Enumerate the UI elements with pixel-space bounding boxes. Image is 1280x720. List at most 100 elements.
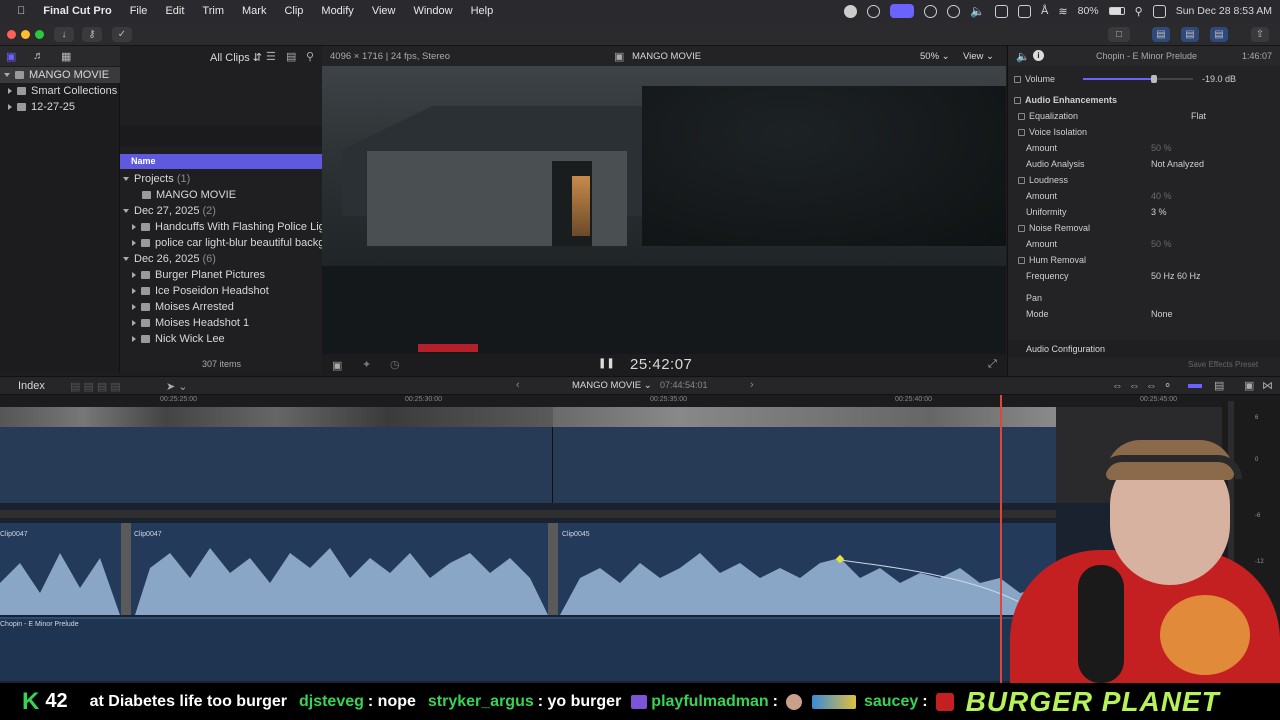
list-item[interactable]: MANGO MOVIE bbox=[120, 187, 236, 203]
list-item[interactable]: Handcuffs With Flashing Police Lights St bbox=[120, 219, 322, 235]
menu-file[interactable]: File bbox=[121, 5, 157, 17]
name-column-header[interactable]: Name bbox=[120, 154, 322, 169]
timeline-tools-icons[interactable]: ⇔⇔⇔⚬ bbox=[1112, 379, 1178, 392]
info-tab-icon[interactable]: i bbox=[1033, 50, 1044, 61]
list-item[interactable]: Moises Headshot 1 bbox=[120, 315, 249, 331]
inspector-row[interactable]: Noise Removal bbox=[1008, 220, 1280, 236]
audio-tab-icon[interactable]: 🔈 bbox=[1016, 50, 1030, 63]
inspector-row[interactable]: Equalization Flat bbox=[1008, 108, 1280, 124]
pause-icon[interactable]: ❚❚ bbox=[598, 358, 615, 369]
library-item[interactable]: MANGO MOVIE bbox=[0, 67, 120, 83]
inspector-row-value[interactable]: None bbox=[1151, 306, 1173, 322]
inspector-row[interactable]: Audio Analysis Not Analyzed bbox=[1008, 156, 1280, 172]
zoom-select[interactable]: 50% ⌄ bbox=[920, 51, 950, 62]
menu-clip[interactable]: Clip bbox=[275, 5, 312, 17]
index-button[interactable]: Index bbox=[18, 380, 45, 392]
fullscreen-icon[interactable]: ⤢ bbox=[988, 358, 997, 371]
inspector-row[interactable]: Mode None bbox=[1008, 306, 1280, 322]
checkbox[interactable] bbox=[1018, 113, 1025, 121]
close-window-button[interactable] bbox=[7, 30, 16, 39]
audio-track[interactable]: Clip0047 Clip0047 Clip0045 bbox=[0, 523, 1056, 615]
timeline-ruler[interactable]: 00:25:25:00 00:25:30:00 00:25:35:00 00:2… bbox=[0, 395, 1222, 407]
timecode-display[interactable]: 25:42:07 bbox=[630, 356, 692, 373]
inspector-row-value[interactable]: 40 % bbox=[1151, 188, 1172, 204]
list-item[interactable]: Moises Arrested bbox=[120, 299, 234, 315]
photos-tab-icon[interactable]: ♬ bbox=[33, 50, 44, 62]
show-timeline-icon[interactable]: ▤ bbox=[1181, 27, 1199, 42]
wifi-icon[interactable]: ≋ bbox=[1058, 5, 1067, 18]
video-clip[interactable] bbox=[553, 407, 1056, 503]
monitor-icon[interactable] bbox=[1018, 4, 1032, 18]
edit-tools-icon[interactable]: ▤ ▤ ▤ ▤ bbox=[70, 380, 121, 393]
apple-icon[interactable]:  bbox=[8, 5, 34, 17]
battery-icon[interactable] bbox=[1108, 7, 1125, 15]
music-clip[interactable]: Chopin - E Minor Prelude bbox=[0, 617, 1020, 681]
speed-icon[interactable]: ◷ bbox=[390, 358, 400, 371]
search-icon[interactable]: ⚲ bbox=[306, 50, 314, 63]
bluetooth-icon[interactable]: Å bbox=[1041, 5, 1048, 17]
inspector-row[interactable]: Uniformity 3 % bbox=[1008, 204, 1280, 220]
zoom-window-button[interactable] bbox=[35, 30, 44, 39]
volume-value[interactable]: -19.0 dB bbox=[1202, 71, 1236, 87]
screen-record-icon[interactable] bbox=[890, 4, 915, 18]
section-audio-enhancements[interactable]: Audio Enhancements bbox=[1008, 92, 1280, 108]
transform-icon[interactable]: ✦ bbox=[362, 358, 371, 371]
minimize-window-button[interactable] bbox=[21, 30, 30, 39]
inspector-row-value[interactable]: 3 % bbox=[1151, 204, 1167, 220]
volume-slider[interactable] bbox=[1083, 75, 1193, 83]
workspace-icon[interactable]: □ bbox=[1108, 27, 1130, 42]
inspector-row[interactable]: Frequency 50 Hz 60 Hz bbox=[1008, 268, 1280, 284]
inspector-row[interactable]: Amount 40 % bbox=[1008, 188, 1280, 204]
status-icon[interactable] bbox=[867, 4, 881, 18]
group-dec26[interactable]: Dec 26, 2025 (6) bbox=[120, 251, 216, 267]
history-back-icon[interactable]: ‹ bbox=[516, 379, 520, 391]
inspector-row-value[interactable]: 50 Hz 60 Hz bbox=[1151, 268, 1201, 284]
display-icon[interactable] bbox=[995, 4, 1009, 18]
menu-mark[interactable]: Mark bbox=[233, 5, 275, 17]
view-options-icon[interactable]: ▣ bbox=[332, 359, 342, 372]
transitions-icon[interactable]: ⋈ bbox=[1262, 379, 1273, 392]
save-effects-preset-button[interactable]: Save Effects Preset bbox=[1188, 360, 1258, 369]
titles-tab-icon[interactable]: ▦ bbox=[61, 50, 71, 63]
inspector-row[interactable]: Loudness bbox=[1008, 172, 1280, 188]
keywords-icon[interactable]: ⚷ bbox=[82, 27, 102, 42]
group-dec27[interactable]: Dec 27, 2025 (2) bbox=[120, 203, 216, 219]
show-browser-icon[interactable]: ▤ bbox=[1152, 27, 1170, 42]
libraries-tab-icon[interactable]: ▣ bbox=[6, 50, 16, 63]
filmstrip-icon[interactable]: ▤ bbox=[286, 50, 296, 63]
inspector-row-value[interactable]: Not Analyzed bbox=[1151, 156, 1204, 172]
inspector-row[interactable]: Voice Isolation bbox=[1008, 124, 1280, 140]
import-icon[interactable]: ↓ bbox=[54, 27, 74, 42]
menu-trim[interactable]: Trim bbox=[193, 5, 233, 17]
list-item[interactable]: Nick Wick Lee bbox=[120, 331, 225, 347]
status-icon[interactable] bbox=[844, 4, 858, 18]
history-forward-icon[interactable]: › bbox=[750, 379, 754, 391]
view-menu[interactable]: View ⌄ bbox=[963, 51, 994, 62]
clip-divider[interactable] bbox=[548, 523, 558, 615]
effects-browser-icon[interactable]: ▣ bbox=[1244, 379, 1254, 392]
checkbox[interactable] bbox=[1018, 225, 1025, 233]
menu-edit[interactable]: Edit bbox=[156, 5, 193, 17]
play-icon[interactable] bbox=[947, 4, 961, 18]
select-tool-icon[interactable]: ➤ ⌄ bbox=[166, 380, 188, 393]
inspector-row[interactable]: Amount 50 % bbox=[1008, 236, 1280, 252]
checkbox[interactable] bbox=[1018, 257, 1025, 265]
inspector-row-value[interactable]: Flat bbox=[1191, 108, 1206, 124]
video-frame[interactable] bbox=[322, 66, 1006, 354]
list-item[interactable]: police car light-blur beautiful backgrou… bbox=[120, 235, 322, 251]
inspector-row[interactable]: Hum Removal bbox=[1008, 252, 1280, 268]
search-icon[interactable]: ⚲ bbox=[1135, 5, 1143, 18]
inspector-row-value[interactable]: 50 % bbox=[1151, 140, 1172, 156]
skimming-icon[interactable] bbox=[1188, 384, 1202, 388]
volume-slider-handle[interactable] bbox=[1151, 75, 1157, 83]
clip-appearance-icon[interactable]: ▤ bbox=[1214, 379, 1224, 392]
inspector-row[interactable]: Pan bbox=[1008, 290, 1280, 306]
group-projects[interactable]: Projects (1) bbox=[120, 171, 190, 187]
menu-modify[interactable]: Modify bbox=[312, 5, 362, 17]
menu-help[interactable]: Help bbox=[462, 5, 503, 17]
list-item[interactable]: Ice Poseidon Headshot bbox=[120, 283, 269, 299]
checkbox[interactable] bbox=[1018, 177, 1025, 185]
list-view-icon[interactable]: ☰ bbox=[266, 50, 276, 63]
background-tasks-icon[interactable]: ✓ bbox=[112, 27, 132, 42]
clock[interactable]: Sun Dec 28 8:53 AM bbox=[1176, 5, 1272, 17]
